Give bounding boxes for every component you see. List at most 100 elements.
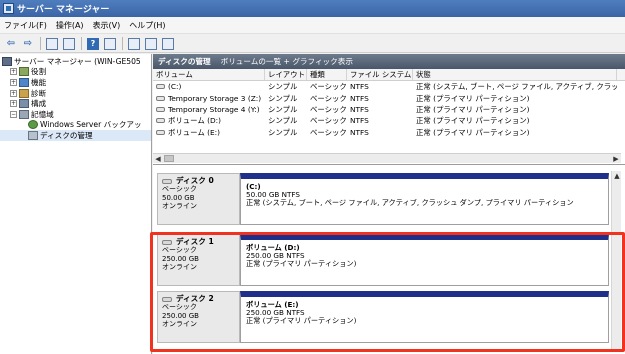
partition-block[interactable]: ボリューム (D:) 250.00 GB NTFS 正常 (プライマリ パーティ… xyxy=(240,234,609,286)
backup-icon xyxy=(28,120,38,130)
storage-icon xyxy=(19,109,29,119)
volume-type: ベーシック xyxy=(310,93,347,103)
window-title: サーバー マネージャー xyxy=(17,5,110,15)
pane-header: ディスクの管理 ボリュームの一覧 + グラフィック表示 xyxy=(153,54,625,69)
disk-row[interactable]: ディスク 2 ベーシック 250.00 GB オンライン ボリューム (E:) … xyxy=(157,291,609,343)
tree-item-features[interactable]: + 機能 xyxy=(0,77,151,88)
disk-label[interactable]: ディスク 2 ベーシック 250.00 GB オンライン xyxy=(157,291,240,343)
disk-row[interactable]: ディスク 0 ベーシック 50.00 GB オンライン (C:) 50.00 G… xyxy=(157,173,609,225)
table-row[interactable]: Temporary Storage 3 (Z:) シンプル ベーシック NTFS… xyxy=(153,92,625,103)
tree-item-label: サーバー マネージャー (WIN-GE505 xyxy=(14,56,141,66)
settings-icon[interactable] xyxy=(161,37,175,51)
scroll-up-icon[interactable]: ▲ xyxy=(612,171,622,180)
volume-type: ベーシック xyxy=(310,127,347,137)
column-header-volume[interactable]: ボリューム xyxy=(153,69,265,80)
vertical-scrollbar[interactable]: ▲ xyxy=(611,171,621,351)
menu-view[interactable]: 表示(V) xyxy=(93,20,121,31)
tree-item-roles[interactable]: + 役割 xyxy=(0,67,151,78)
disk-size: 250.00 GB xyxy=(162,311,199,320)
disk-label[interactable]: ディスク 1 ベーシック 250.00 GB オンライン xyxy=(157,234,240,286)
volume-status: 正常 (プライマリ パーティション) xyxy=(416,93,530,103)
partition-block[interactable]: (C:) 50.00 GB NTFS 正常 (システム, ブート, ページ ファ… xyxy=(240,173,609,225)
partition-state: 正常 (プライマリ パーティション) xyxy=(246,259,357,269)
volume-icon xyxy=(156,129,165,135)
diagnostics-icon xyxy=(19,88,29,98)
server-icon xyxy=(2,56,12,66)
disk-name: ディスク 2 xyxy=(176,294,214,303)
column-header-type[interactable]: 種類 xyxy=(307,69,347,80)
expand-icon[interactable]: + xyxy=(10,100,17,108)
partition-state: 正常 (プライマリ パーティション) xyxy=(246,316,357,326)
volume-type: ベーシック xyxy=(310,82,347,92)
export-icon[interactable] xyxy=(144,37,158,51)
expand-icon[interactable]: + xyxy=(10,89,17,97)
volume-type: ベーシック xyxy=(310,104,347,114)
tree-item-server-manager[interactable]: サーバー マネージャー (WIN-GE505 xyxy=(0,56,151,67)
volume-file-system: NTFS xyxy=(350,93,369,103)
column-header-file-system[interactable]: ファイル システム xyxy=(347,69,413,80)
expand-icon[interactable]: + xyxy=(10,78,17,86)
menu-file[interactable]: ファイル(F) xyxy=(4,20,47,31)
tree-item-storage[interactable]: − 記憶域 xyxy=(0,109,151,120)
title-bar[interactable]: サーバー マネージャー xyxy=(0,0,625,17)
toolbar: ⇦ ⇨ ? xyxy=(0,35,625,53)
disk-type: ベーシック xyxy=(162,246,197,255)
volume-layout: シンプル xyxy=(268,104,298,114)
disk-icon xyxy=(162,178,172,184)
table-row[interactable]: (C:) シンプル ベーシック NTFS 正常 (システム, ブート, ページ … xyxy=(153,81,625,92)
column-header-status[interactable]: 状態 xyxy=(413,69,617,80)
toolbar-separator xyxy=(122,37,123,50)
volume-layout: シンプル xyxy=(268,116,298,126)
tree-item-diagnostics[interactable]: + 診断 xyxy=(0,88,151,99)
disk-status: オンライン xyxy=(162,320,197,329)
menu-action[interactable]: 操作(A) xyxy=(56,20,84,31)
tree-item-label: 構成 xyxy=(31,99,47,109)
volume-file-system: NTFS xyxy=(350,104,369,114)
volume-icon xyxy=(156,95,165,101)
column-header-layout[interactable]: レイアウト xyxy=(265,69,307,80)
show-hide-tree-icon[interactable] xyxy=(62,37,76,51)
disk-map: ディスク 0 ベーシック 50.00 GB オンライン (C:) 50.00 G… xyxy=(153,165,625,354)
forward-arrow-icon[interactable]: ⇨ xyxy=(21,37,35,51)
volume-layout: シンプル xyxy=(268,82,298,92)
up-folder-icon[interactable] xyxy=(45,37,59,51)
disk-type: ベーシック xyxy=(162,303,197,312)
tree-item-configuration[interactable]: + 構成 xyxy=(0,98,151,109)
collapse-icon[interactable]: − xyxy=(10,110,17,118)
tree-item-label: 役割 xyxy=(31,67,47,77)
disk-label[interactable]: ディスク 0 ベーシック 50.00 GB オンライン xyxy=(157,173,240,225)
tree-item-windows-server-backup[interactable]: Windows Server バックアッ xyxy=(0,120,151,131)
tree-item-disk-management[interactable]: ディスクの管理 xyxy=(0,130,151,141)
horizontal-scrollbar[interactable]: ◀ ▶ xyxy=(153,153,621,163)
volume-name: ボリューム (E:) xyxy=(168,127,221,137)
volume-list-header: ボリューム レイアウト 種類 ファイル システム 状態 xyxy=(153,69,625,81)
help-icon[interactable]: ? xyxy=(86,37,100,51)
disk-type: ベーシック xyxy=(162,185,197,194)
disk-status: オンライン xyxy=(162,263,197,272)
pane-subtitle: ボリュームの一覧 + グラフィック表示 xyxy=(220,57,353,66)
volume-file-system: NTFS xyxy=(350,82,369,92)
partition-block[interactable]: ボリューム (E:) 250.00 GB NTFS 正常 (プライマリ パーティ… xyxy=(240,291,609,343)
properties-icon[interactable] xyxy=(103,37,117,51)
table-row[interactable]: Temporary Storage 4 (Y:) シンプル ベーシック NTFS… xyxy=(153,104,625,115)
server-manager-icon xyxy=(3,3,14,14)
back-arrow-icon[interactable]: ⇦ xyxy=(4,37,18,51)
partition-size: 50.00 GB NTFS xyxy=(246,190,300,200)
volume-layout: シンプル xyxy=(268,127,298,137)
pane-title: ディスクの管理 xyxy=(158,57,211,66)
scroll-thumb[interactable] xyxy=(164,155,174,162)
refresh-icon[interactable] xyxy=(127,37,141,51)
disk-row[interactable]: ディスク 1 ベーシック 250.00 GB オンライン ボリューム (D:) … xyxy=(157,234,609,286)
tree-item-label: ディスクの管理 xyxy=(40,130,93,140)
menu-help[interactable]: ヘルプ(H) xyxy=(129,20,165,31)
volume-file-system: NTFS xyxy=(350,127,369,137)
volume-type: ベーシック xyxy=(310,116,347,126)
scroll-right-icon[interactable]: ▶ xyxy=(611,154,621,163)
table-row[interactable]: ボリューム (D:) シンプル ベーシック NTFS 正常 (プライマリ パーテ… xyxy=(153,115,625,126)
scroll-left-icon[interactable]: ◀ xyxy=(153,154,163,163)
feature-icon xyxy=(19,77,29,87)
expand-icon[interactable]: + xyxy=(10,68,17,76)
volume-file-system: NTFS xyxy=(350,116,369,126)
role-icon xyxy=(19,67,29,77)
table-row[interactable]: ボリューム (E:) シンプル ベーシック NTFS 正常 (プライマリ パーテ… xyxy=(153,127,625,138)
